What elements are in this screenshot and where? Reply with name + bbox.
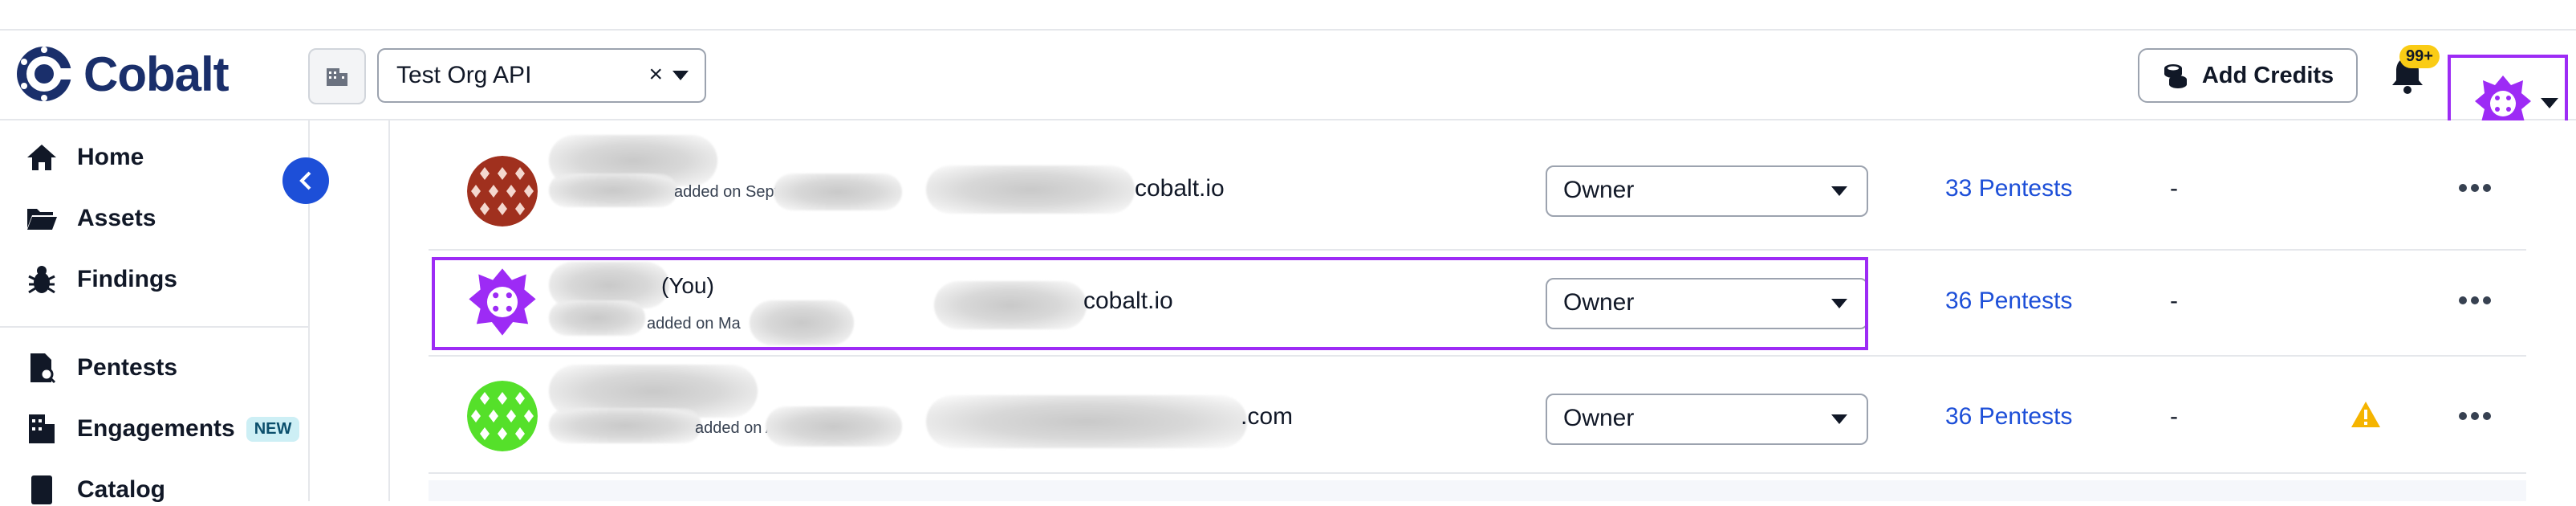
sidebar-item-label: Pentests [77, 354, 178, 381]
table-footer-strip [429, 480, 2526, 501]
sidebar-item-engagements[interactable]: Engagements NEW [24, 413, 300, 445]
cobalt-logo-icon [17, 47, 74, 101]
cobalt-logo[interactable]: Cobalt [14, 42, 230, 106]
sidebar-divider [0, 326, 308, 328]
sidebar: Home Assets Findings Pentests Engagement… [0, 120, 310, 504]
redacted-date [774, 173, 902, 210]
logo-text: Cobalt [83, 47, 230, 101]
role-select[interactable]: Owner [1546, 165, 1868, 217]
building-icon [24, 413, 59, 445]
warning-icon[interactable] [2350, 400, 2382, 429]
sidebar-item-label: Home [77, 144, 144, 170]
role-select-value: Owner [1563, 405, 1635, 431]
sidebar-item-label: Engagements [77, 415, 235, 442]
redacted-inviter [549, 408, 701, 443]
pentest-doc-icon [24, 352, 59, 384]
member-avatar [467, 381, 538, 451]
folder-icon [24, 202, 59, 235]
chevron-down-icon [2541, 98, 2558, 108]
pentests-link[interactable]: 36 Pentests [1945, 403, 2072, 431]
bug-icon [24, 263, 59, 296]
sidebar-item-pentests[interactable]: Pentests [24, 352, 177, 384]
building-icon [327, 68, 347, 86]
sidebar-item-label: Catalog [77, 476, 166, 503]
organization-select-value: Test Org API [396, 62, 532, 88]
member-email: cobalt.io [1135, 175, 1225, 202]
chevron-down-icon [1831, 414, 1847, 424]
top-header: Cobalt Test Org API × Add Credits 99+ [0, 31, 2576, 149]
redacted-email [926, 165, 1135, 214]
browser-top-strip [0, 0, 2576, 31]
sidebar-item-label: Assets [77, 205, 156, 231]
clear-selection-icon[interactable]: × [648, 61, 663, 88]
more-options-icon[interactable] [2459, 292, 2491, 308]
chevron-left-icon [299, 171, 311, 190]
current-user-row-highlight [432, 257, 1868, 350]
redacted-date [766, 406, 902, 447]
redacted-inviter [549, 173, 677, 207]
more-options-icon[interactable] [2459, 408, 2491, 424]
add-credits-label: Add Credits [2201, 62, 2334, 88]
pentests-link[interactable]: 36 Pentests [1945, 288, 2072, 315]
role-select[interactable]: Owner [1546, 394, 1868, 445]
chevron-down-icon [1831, 186, 1847, 196]
notifications-badge: 99+ [2399, 45, 2440, 68]
sidebar-item-label: Findings [77, 266, 177, 292]
pentests-link[interactable]: 33 Pentests [1945, 175, 2072, 202]
home-icon [24, 141, 59, 173]
last-activity: - [2170, 288, 2178, 314]
last-activity: - [2170, 175, 2178, 202]
sidebar-item-assets[interactable]: Assets [24, 202, 156, 235]
member-added-date: added on A [695, 419, 777, 437]
sidebar-item-home[interactable]: Home [24, 141, 144, 173]
coins-icon [2164, 64, 2187, 88]
role-select-value: Owner [1563, 177, 1635, 203]
member-avatar [467, 156, 538, 226]
member-added-date: added on Septe [674, 183, 788, 201]
sidebar-item-findings[interactable]: Findings [24, 263, 177, 296]
collapse-sidebar-button[interactable] [282, 157, 329, 204]
org-building-button[interactable] [308, 48, 366, 104]
table-row: added on A .com Owner 36 Pentests - [429, 355, 2526, 474]
book-icon [24, 474, 59, 506]
sidebar-item-catalog[interactable]: Catalog [24, 474, 165, 506]
new-badge: NEW [246, 416, 300, 442]
table-row: added on Septe cobalt.io Owner 33 Pentes… [429, 120, 2526, 251]
organization-select[interactable]: Test Org API × [377, 48, 706, 103]
more-options-icon[interactable] [2459, 180, 2491, 196]
chevron-down-icon[interactable] [672, 71, 689, 80]
redacted-email [926, 395, 1247, 448]
member-email: .com [1241, 403, 1294, 430]
add-credits-button[interactable]: Add Credits [2138, 48, 2358, 103]
last-activity: - [2170, 403, 2178, 430]
